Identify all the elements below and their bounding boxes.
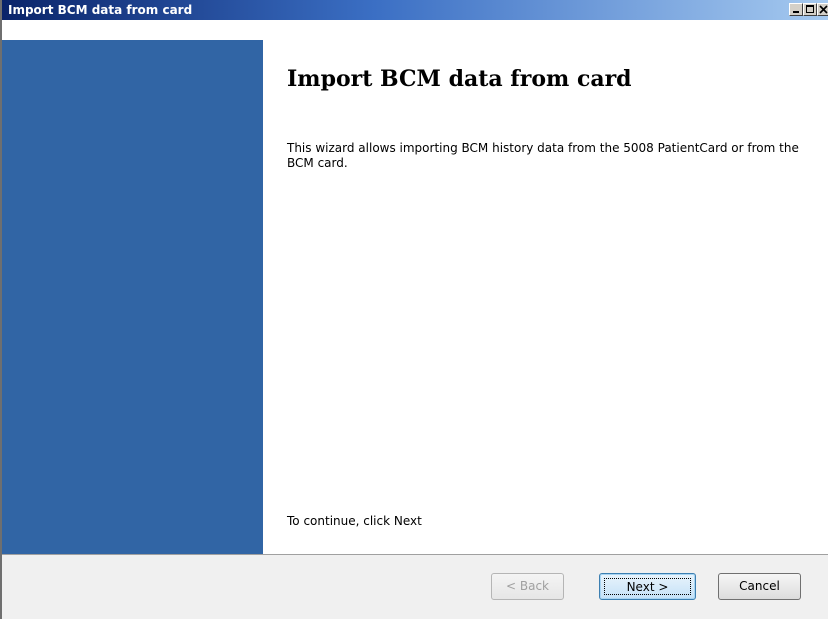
continue-hint: To continue, click Next [287, 514, 422, 528]
wizard-window: Import BCM data from card Import BCM dat… [0, 0, 828, 619]
wizard-content: Import BCM data from card This wizard al… [263, 40, 828, 554]
button-bar: < Back Next > Cancel [2, 554, 828, 619]
next-button[interactable]: Next > [599, 573, 696, 600]
cancel-button[interactable]: Cancel [718, 573, 801, 600]
minimize-icon [793, 11, 799, 13]
close-button[interactable] [817, 3, 828, 16]
wizard-sidebar-banner [2, 40, 263, 554]
maximize-icon [806, 5, 814, 13]
maximize-button[interactable] [803, 3, 817, 16]
back-button[interactable]: < Back [491, 573, 564, 600]
title-bar[interactable]: Import BCM data from card [2, 0, 828, 20]
close-icon [819, 5, 828, 14]
window-title: Import BCM data from card [8, 3, 193, 17]
wizard-heading: Import BCM data from card [287, 66, 632, 92]
next-button-label: Next > [604, 578, 691, 595]
wizard-description: This wizard allows importing BCM history… [287, 141, 799, 170]
minimize-button[interactable] [789, 3, 803, 16]
